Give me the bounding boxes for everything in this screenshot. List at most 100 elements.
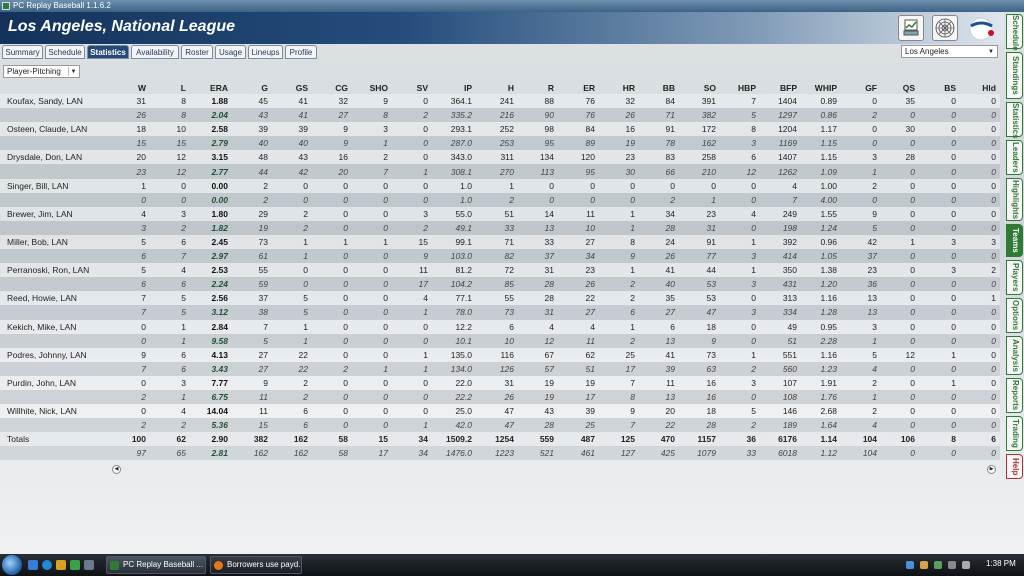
web-button[interactable]	[932, 15, 958, 41]
table-row-actual[interactable]: 3 2 1.82 19 2 0 0 2 49.1 33 13 10 1 28 31 0 198 1.24 5 0 0 0	[0, 220, 1000, 235]
column-header-bb[interactable]: BB	[639, 82, 679, 94]
table-row-actual[interactable]: 97 65 2.81 162 162 58 17 34 1476.0 1223 521 461 127 4…	[0, 446, 1000, 461]
player-name[interactable]: Reed, Howie, LAN	[0, 291, 98, 306]
column-header-sho[interactable]: SHO	[352, 82, 392, 94]
tray-icon[interactable]	[934, 561, 942, 569]
table-row[interactable]: Perranoski, Ron, LAN 5 4 2.53 55 0 0 0 11 81.2 72 3…	[0, 263, 1000, 278]
column-header-so[interactable]: SO	[679, 82, 720, 94]
table-row-actual[interactable]: 7 6 3.43 27 22 2 1 1 134.0 126 57 51 17 39 63 2 560 1.23 4…	[0, 361, 1000, 376]
totals-row[interactable]: Totals 100 62 2.90 382 162 58 15 34 1509.2 1254 559…	[0, 432, 1000, 446]
column-header-hr[interactable]: HR	[599, 82, 639, 94]
column-header-era[interactable]: ERA	[190, 82, 232, 94]
scroll-left-icon[interactable]: ◀	[112, 465, 121, 474]
chart-button[interactable]	[898, 15, 924, 41]
sidebar-item-highlights[interactable]: Highlights	[1006, 178, 1023, 221]
player-name[interactable]: Podres, Johnny, LAN	[0, 347, 98, 362]
player-name[interactable]: Koufax, Sandy, LAN	[0, 94, 98, 109]
table-row-actual[interactable]: 23 12 2.77 44 42 20 7 1 308.1 270 113 95 30 66 210 12 12…	[0, 164, 1000, 179]
column-header-qs[interactable]: QS	[881, 82, 919, 94]
scroll-right-icon[interactable]: ▶	[987, 465, 996, 474]
table-row-actual[interactable]: 6 6 2.24 59 0 0 0 17 104.2 85 28 26 2 40 53 3 431 1.20 36 0…	[0, 277, 1000, 292]
table-row-actual[interactable]: 0 0 0.00 2 0 0 0 0 1.0 2 0 0 0 2 1 0 7 4.00 0 0 0 0	[0, 192, 1000, 207]
table-row[interactable]: Purdin, John, LAN 0 3 7.77 9 2 0 0 0 22.0 31 19 19 7 1…	[0, 375, 1000, 390]
network-icon[interactable]	[948, 561, 956, 569]
player-name[interactable]: Willhite, Nick, LAN	[0, 404, 98, 419]
table-row-actual[interactable]: 2 2 5.36 15 6 0 0 1 42.0 47 28 25 7 22 28 2 189 1.64 4 0 0 0	[0, 418, 1000, 433]
tray-icon[interactable]	[906, 561, 914, 569]
clock[interactable]: 1:38 PM	[986, 559, 1016, 568]
table-row-actual[interactable]: 7 5 3.12 38 5 0 0 1 78.0 73 31 27 6 27 47 3 334 1.28 13 0 0 0	[0, 305, 1000, 320]
player-name[interactable]: Totals	[0, 432, 98, 446]
table-row[interactable]: Reed, Howie, LAN 7 5 2.56 37 5 0 0 4 77.1 55 28 22 2 3…	[0, 291, 1000, 306]
sidebar-item-leaders[interactable]: Leaders	[1006, 140, 1023, 175]
column-header-g[interactable]: G	[232, 82, 272, 94]
sidebar-item-trading[interactable]: Trading	[1006, 416, 1023, 451]
table-row[interactable]: Kekich, Mike, LAN 0 1 2.84 7 1 0 0 0 12.2 6 4 4 1 6 18 0…	[0, 319, 1000, 334]
column-header-l[interactable]: L	[150, 82, 190, 94]
table-row[interactable]: Singer, Bill, LAN 1 0 0.00 2 0 0 0 0 1.0 1 0 0 0 0 0 0 4 1…	[0, 178, 1000, 193]
table-row-actual[interactable]: 15 15 2.79 40 40 9 1 0 287.0 253 95 89 19 78 162 3 1169 1…	[0, 136, 1000, 151]
switch-windows-icon[interactable]	[70, 560, 80, 570]
tray-icon[interactable]	[920, 561, 928, 569]
column-header-ip[interactable]: IP	[432, 82, 476, 94]
tab-profile[interactable]: Profile	[285, 45, 317, 59]
player-name[interactable]: Drysdale, Don, LAN	[0, 150, 98, 165]
sidebar-item-help[interactable]: Help	[1006, 454, 1023, 479]
column-header-gf[interactable]: GF	[841, 82, 881, 94]
tab-usage[interactable]: Usage	[215, 45, 246, 59]
tab-statistics[interactable]: Statistics	[87, 45, 129, 59]
sidebar-item-teams[interactable]: Teams	[1006, 224, 1023, 257]
show-desktop-icon[interactable]	[28, 560, 38, 570]
player-name[interactable]: Singer, Bill, LAN	[0, 178, 98, 193]
column-header-bs[interactable]: BS	[919, 82, 960, 94]
table-row[interactable]: Podres, Johnny, LAN 9 6 4.13 27 22 0 0 1 135.0 116…	[0, 347, 1000, 362]
tab-lineups[interactable]: Lineups	[248, 45, 283, 59]
sidebar-item-standings[interactable]: Standings	[1006, 52, 1023, 99]
table-row-actual[interactable]: 26 8 2.04 43 41 27 8 2 335.2 216 90 76 26 71 382 5 1297 0…	[0, 108, 1000, 123]
table-row-actual[interactable]: 0 1 9.58 5 1 0 0 0 10.1 10 12 11 2 13 9 0 51 2.28 1 0 0 0	[0, 333, 1000, 348]
column-header-w[interactable]: W	[98, 82, 150, 94]
player-name[interactable]: Purdin, John, LAN	[0, 375, 98, 390]
media-icon[interactable]	[56, 560, 66, 570]
column-header-sv[interactable]: SV	[392, 82, 432, 94]
sidebar-item-options[interactable]: Options	[1006, 298, 1023, 333]
player-name[interactable]: Perranoski, Ron, LAN	[0, 263, 98, 278]
team-select[interactable]: Los Angeles ▼	[901, 45, 998, 58]
tab-availability[interactable]: Availability	[131, 45, 179, 59]
taskbar-item-browser[interactable]: Borrowers use payd...	[210, 556, 302, 574]
column-header-whip[interactable]: WHIP	[801, 82, 841, 94]
ie-icon[interactable]	[42, 560, 52, 570]
column-header-hbp[interactable]: HBP	[720, 82, 760, 94]
view-select[interactable]: Player-Pitching ▼	[3, 65, 80, 78]
sidebar-item-analysis[interactable]: Analysis	[1006, 336, 1023, 375]
table-row[interactable]: Osteen, Claude, LAN 18 10 2.58 39 39 9 3 0 293.1 2…	[0, 122, 1000, 137]
player-name[interactable]: Kekich, Mike, LAN	[0, 319, 98, 334]
table-row[interactable]: Brewer, Jim, LAN 4 3 1.80 29 2 0 0 3 55.0 51 14 11 1 3…	[0, 206, 1000, 221]
table-row[interactable]: Miller, Bob, LAN 5 6 2.45 73 1 1 1 15 99.1 71 33 27 8…	[0, 234, 1000, 250]
volume-icon[interactable]	[962, 561, 970, 569]
sidebar-item-reports[interactable]: Reports	[1006, 378, 1023, 413]
player-name[interactable]: Miller, Bob, LAN	[0, 234, 98, 250]
column-header-h[interactable]: H	[476, 82, 518, 94]
column-header-r[interactable]: R	[518, 82, 558, 94]
table-row-actual[interactable]: 2 1 6.75 11 2 0 0 0 22.2 26 19 17 8 13 16 0 108 1.76 1 0 0 0	[0, 389, 1000, 405]
column-header-er[interactable]: ER	[558, 82, 599, 94]
taskbar-item-pc-replay[interactable]: PC Replay Baseball ...	[106, 556, 206, 574]
title-bar[interactable]: PC Replay Baseball 1.1.6.2	[0, 0, 1024, 12]
table-row[interactable]: Willhite, Nick, LAN 0 4 14.04 11 6 0 0 0 25.0 47 43…	[0, 404, 1000, 419]
tab-schedule[interactable]: Schedule	[45, 45, 85, 59]
sidebar-item-players[interactable]: Players	[1006, 260, 1023, 295]
player-name[interactable]: Brewer, Jim, LAN	[0, 206, 98, 221]
table-row[interactable]: Drysdale, Don, LAN 20 12 3.15 48 43 16 2 0 343.0 3…	[0, 150, 1000, 165]
horizontal-scrollbar[interactable]: ◀ ▶	[112, 465, 996, 474]
quicklaunch-icon[interactable]	[84, 560, 94, 570]
table-row[interactable]: Koufax, Sandy, LAN 31 8 1.88 45 41 32 9 0 364.1 24…	[0, 94, 1000, 109]
column-header-hld[interactable]: Hld	[960, 82, 1000, 94]
player-name[interactable]: Osteen, Claude, LAN	[0, 122, 98, 137]
tab-summary[interactable]: Summary	[2, 45, 43, 59]
column-header-gs[interactable]: GS	[272, 82, 312, 94]
windows-start-icon[interactable]	[2, 555, 22, 575]
column-header-bfp[interactable]: BFP	[760, 82, 801, 94]
sidebar-item-schedule[interactable]: Schedule	[1006, 14, 1023, 51]
table-row-actual[interactable]: 6 7 2.97 61 1 0 0 9 103.0 82 37 34 9 26 77 3 414 1.05 37 0 0…	[0, 249, 1000, 264]
